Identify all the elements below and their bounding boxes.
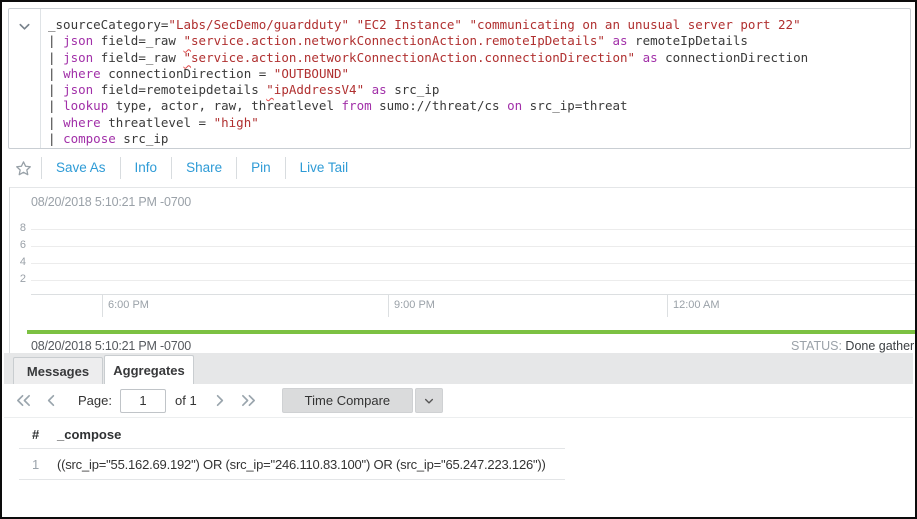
last-page-button[interactable] <box>238 390 260 412</box>
chevron-down-icon <box>423 395 435 407</box>
status-value: Done gatheri <box>845 339 917 353</box>
start-timestamp: 08/20/2018 5:10:21 PM -0700 <box>31 195 191 209</box>
table-row[interactable]: 1 ((src_ip="55.162.69.192") OR (src_ip="… <box>19 449 565 480</box>
query-line: _sourceCategory="Labs/SecDemo/guardduty"… <box>48 17 904 33</box>
x-axis-tick <box>388 294 389 317</box>
share-button[interactable]: Share <box>171 157 236 179</box>
tab-messages[interactable]: Messages <box>13 357 103 384</box>
query-line: | json field=_raw "service.action.networ… <box>48 33 904 49</box>
y-axis-tick-label: 6 <box>10 239 26 251</box>
histogram-panel: 08/20/2018 5:10:21 PM -0700 8 6 4 2 6:00… <box>9 187 917 353</box>
query-collapse-gutter <box>9 9 41 148</box>
info-button[interactable]: Info <box>120 157 172 179</box>
column-header-compose: _compose <box>57 427 121 442</box>
tab-aggregates[interactable]: Aggregates <box>104 355 194 385</box>
x-axis-tick-label: 12:00 AM <box>673 299 719 311</box>
previous-page-button[interactable] <box>40 390 62 412</box>
y-axis-tick-label: 4 <box>10 256 26 268</box>
search-status: STATUS: Done gatheri <box>791 339 917 353</box>
favorite-star-icon[interactable] <box>14 159 33 178</box>
gridline <box>31 280 917 281</box>
query-line: | lookup type, actor, raw, threatlevel f… <box>48 98 904 114</box>
save-as-button[interactable]: Save As <box>41 157 120 179</box>
search-query-editor[interactable]: _sourceCategory="Labs/SecDemo/guardduty"… <box>8 8 911 149</box>
aggregates-toolbar: Page: of 1 Time Compare <box>4 384 913 418</box>
x-axis-tick-label: 9:00 PM <box>394 299 435 311</box>
query-line: | where threatlevel = "high" <box>48 115 904 131</box>
column-header-number: # <box>19 427 57 442</box>
x-axis-tick <box>667 294 668 317</box>
x-axis-tick <box>102 294 103 317</box>
y-axis-tick-label: 2 <box>10 273 26 285</box>
page-input[interactable] <box>120 389 166 413</box>
live-tail-button[interactable]: Live Tail <box>285 157 363 179</box>
time-compare-dropdown-button[interactable] <box>415 388 443 413</box>
page-label: Page: <box>78 393 112 408</box>
query-line: | compose src_ip <box>48 131 904 147</box>
footer-timestamp: 08/20/2018 5:10:21 PM -0700 <box>31 339 191 353</box>
query-text[interactable]: _sourceCategory="Labs/SecDemo/guardduty"… <box>41 9 910 148</box>
page-of-label: of 1 <box>175 393 197 408</box>
table-header-row: # _compose <box>19 421 565 449</box>
row-number-cell: 1 <box>19 457 57 472</box>
gridline <box>31 263 917 264</box>
x-axis-tick-label: 6:00 PM <box>108 299 149 311</box>
search-toolbar: Save As Info Share Pin Live Tail <box>8 150 913 186</box>
chevron-down-icon[interactable] <box>17 19 32 148</box>
query-line: | json field=remoteipdetails "ipAddressV… <box>48 82 904 98</box>
next-page-button[interactable] <box>209 390 231 412</box>
first-page-button[interactable] <box>12 390 34 412</box>
compose-cell: ((src_ip="55.162.69.192") OR (src_ip="24… <box>57 457 546 472</box>
sumo-search-window: _sourceCategory="Labs/SecDemo/guardduty"… <box>0 0 917 519</box>
search-progress-bar <box>27 330 917 334</box>
results-tab-strip: Messages Aggregates <box>4 353 913 384</box>
pin-button[interactable]: Pin <box>236 157 285 179</box>
y-axis-tick-label: 8 <box>10 222 26 234</box>
gridline <box>31 246 917 247</box>
query-line: | json field=_raw "service.action.networ… <box>48 50 904 66</box>
aggregates-table: # _compose 1 ((src_ip="55.162.69.192") O… <box>19 421 565 480</box>
query-line: | where connectionDirection = "OUTBOUND" <box>48 66 904 82</box>
time-compare-button[interactable]: Time Compare <box>282 388 413 413</box>
x-axis-line <box>31 294 917 295</box>
status-label: STATUS: <box>791 339 842 353</box>
gridline <box>31 229 917 230</box>
